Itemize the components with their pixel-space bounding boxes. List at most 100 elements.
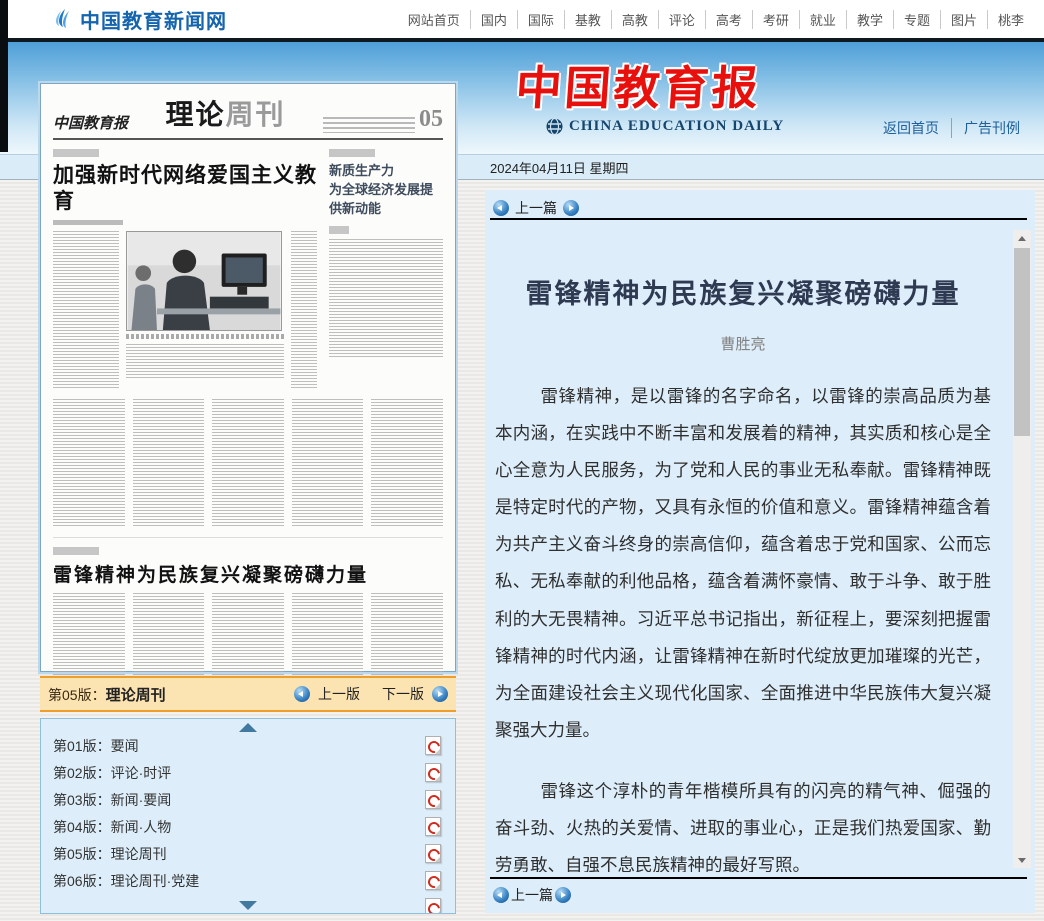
globe-icon	[546, 118, 563, 135]
story-tag	[53, 547, 99, 555]
nav-item-kaoyan[interactable]: 考研	[752, 10, 799, 29]
newspaper-page-image[interactable]: 中国教育报 理论周刊 05 加强新时代网络爱国主义教育	[40, 83, 456, 672]
story-tag	[53, 149, 99, 157]
story-tag	[329, 149, 375, 157]
nav-item-gaokao[interactable]: 高考	[705, 10, 752, 29]
prev-article-link[interactable]: 上一篇	[515, 198, 557, 218]
paper-title-calligraphy: 中国教育报	[514, 52, 764, 118]
newspaper-photo-block	[126, 231, 284, 389]
nav-item-photos[interactable]: 图片	[940, 10, 987, 29]
edition-label[interactable]: 第02版：评论·时评	[53, 763, 171, 783]
article-paragraph: 雷锋这个淳朴的青年楷模所具有的闪亮的精气神、倔强的奋斗劲、火热的关爱情、进取的事…	[495, 773, 991, 872]
list-item-edition-06[interactable]: 第06版：理论周刊·党建	[41, 867, 455, 894]
scrollbar-thumb[interactable]	[1014, 248, 1030, 436]
scrollbar-up-button[interactable]	[1013, 230, 1031, 246]
edition-label[interactable]: 第06版：理论周刊·党建	[53, 871, 199, 891]
article-divider-bottom	[490, 877, 1027, 879]
scroll-down-arrow[interactable]	[239, 901, 257, 910]
next-article-icon[interactable]	[555, 887, 571, 903]
current-edition-label: 第05版：理论周刊	[48, 684, 166, 705]
site-logo[interactable]: 中国教育新闻网	[52, 5, 227, 34]
pdf-icon[interactable]	[425, 817, 441, 836]
article-panel: 上一篇 雷锋精神为民族复兴凝聚磅礴力量 曹胜亮 雷锋精神，是以雷锋的名字命名，以…	[485, 190, 1035, 913]
nav-item-jobs[interactable]: 就业	[799, 10, 846, 29]
story-byline	[53, 220, 123, 225]
prev-article-icon[interactable]	[493, 200, 509, 216]
list-item-edition-04[interactable]: 第04版：新闻·人物	[41, 813, 455, 840]
top-navigation: 网站首页 国内 国际 基教 高教 评论 高考 考研 就业 教学 专题 图片 桃李	[398, 10, 1034, 29]
newspaper-issue-info: 05	[323, 106, 443, 133]
back-home-link[interactable]: 返回首页	[871, 118, 951, 138]
pdf-icon[interactable]	[425, 736, 441, 755]
photo-caption	[126, 334, 284, 339]
article-paragraph: 雷锋精神，是以雷锋的名字命名，以雷锋的崇高品质为基本内涵，在实践中不断丰富和发展…	[495, 378, 991, 749]
prev-article-icon[interactable]	[493, 887, 509, 903]
pdf-icon[interactable]	[425, 871, 441, 890]
nav-item-international[interactable]: 国际	[517, 10, 564, 29]
newspaper-bottom-headline: 雷锋精神为民族复兴凝聚磅礴力量	[53, 560, 443, 587]
list-item-edition-01[interactable]: 第01版：要闻	[41, 732, 455, 759]
paper-title-english-text: CHINA EDUCATION DAILY	[569, 118, 784, 135]
text-column	[212, 399, 284, 527]
newspaper-main-headline: 加强新时代网络爱国主义教育	[53, 162, 317, 215]
paper-title-english: CHINA EDUCATION DAILY	[546, 118, 784, 135]
edition-label[interactable]: 第04版：新闻·人物	[53, 817, 171, 837]
newspaper-side-headline: 新质生产力 为全球经济发展提供新动能	[329, 162, 443, 219]
edition-label[interactable]: 第05版：理论周刊	[53, 844, 167, 864]
nav-item-special[interactable]: 专题	[893, 10, 940, 29]
next-edition-button[interactable]: 下一版	[382, 684, 424, 704]
edition-list-panel: 第01版：要闻 第02版：评论·时评 第03版：新闻·要闻 第04版：新闻·人物…	[40, 718, 456, 914]
article-nav-bottom: 上一篇	[493, 885, 571, 905]
nav-item-teaching[interactable]: 教学	[846, 10, 893, 29]
prev-edition-button[interactable]: 上一版	[318, 684, 360, 704]
edition-label[interactable]: 第01版：要闻	[53, 736, 139, 756]
nav-item-higher-edu[interactable]: 高教	[611, 10, 658, 29]
text-column	[292, 399, 364, 527]
article-title: 雷锋精神为民族复兴凝聚磅礴力量	[495, 272, 991, 311]
pdf-icon[interactable]	[425, 790, 441, 809]
pdf-icon[interactable]	[425, 844, 441, 863]
current-edition-bar: 第05版：理论周刊 上一版 下一版	[40, 676, 456, 712]
prev-edition-icon[interactable]	[294, 686, 310, 702]
nav-item-comment[interactable]: 评论	[658, 10, 705, 29]
text-column	[126, 344, 284, 380]
text-column	[329, 239, 443, 357]
list-item-edition-03[interactable]: 第03版：新闻·要闻	[41, 786, 455, 813]
prev-article-link-bottom[interactable]: 上一篇	[511, 885, 553, 905]
left-edge-strip	[0, 0, 8, 152]
newspaper-top-stories: 加强新时代网络爱国主义教育	[53, 142, 443, 389]
newspaper-photo	[126, 231, 282, 331]
nav-item-home[interactable]: 网站首页	[398, 10, 470, 29]
masthead-links: 返回首页 广告刊例	[871, 118, 1032, 138]
newspaper-side-story: 新质生产力 为全球经济发展提供新动能	[327, 142, 443, 389]
next-edition-icon[interactable]	[432, 686, 448, 702]
nav-item-basic-edu[interactable]: 基教	[564, 10, 611, 29]
issue-info-lines	[323, 117, 415, 133]
story-tag	[329, 226, 349, 234]
site-logo-text: 中国教育新闻网	[80, 5, 227, 34]
list-item-edition-02[interactable]: 第02版：评论·时评	[41, 759, 455, 786]
newspaper-masthead-row: 中国教育报 理论周刊 05	[53, 94, 443, 140]
main-story-columns	[53, 231, 317, 389]
newspaper-middle-columns	[53, 399, 443, 527]
site-logo-icon	[52, 8, 74, 30]
scrollbar-down-button[interactable]	[1013, 852, 1031, 868]
next-article-icon[interactable]	[563, 200, 579, 216]
date-text: 2024年04月11日 星期四	[490, 158, 629, 177]
edition-label[interactable]: 第03版：新闻·要闻	[53, 790, 171, 810]
nav-item-taoli[interactable]: 桃李	[987, 10, 1034, 29]
list-item-edition-05[interactable]: 第05版：理论周刊	[41, 840, 455, 867]
newspaper-main-story: 加强新时代网络爱国主义教育	[53, 142, 317, 389]
newspaper-page-number: 05	[419, 106, 443, 133]
edition-pager: 上一版 下一版	[294, 684, 448, 704]
text-column	[53, 399, 125, 527]
text-column	[133, 399, 205, 527]
nav-item-domestic[interactable]: 国内	[470, 10, 517, 29]
scroll-up-arrow[interactable]	[239, 723, 257, 732]
pdf-icon[interactable]	[425, 763, 441, 782]
article-author: 曹胜亮	[495, 333, 991, 354]
ad-rates-link[interactable]: 广告刊例	[951, 118, 1032, 138]
article-divider-top	[490, 218, 1027, 220]
article-scrollbar[interactable]	[1013, 230, 1031, 868]
top-site-bar: 中国教育新闻网 网站首页 国内 国际 基教 高教 评论 高考 考研 就业 教学 …	[8, 0, 1044, 38]
